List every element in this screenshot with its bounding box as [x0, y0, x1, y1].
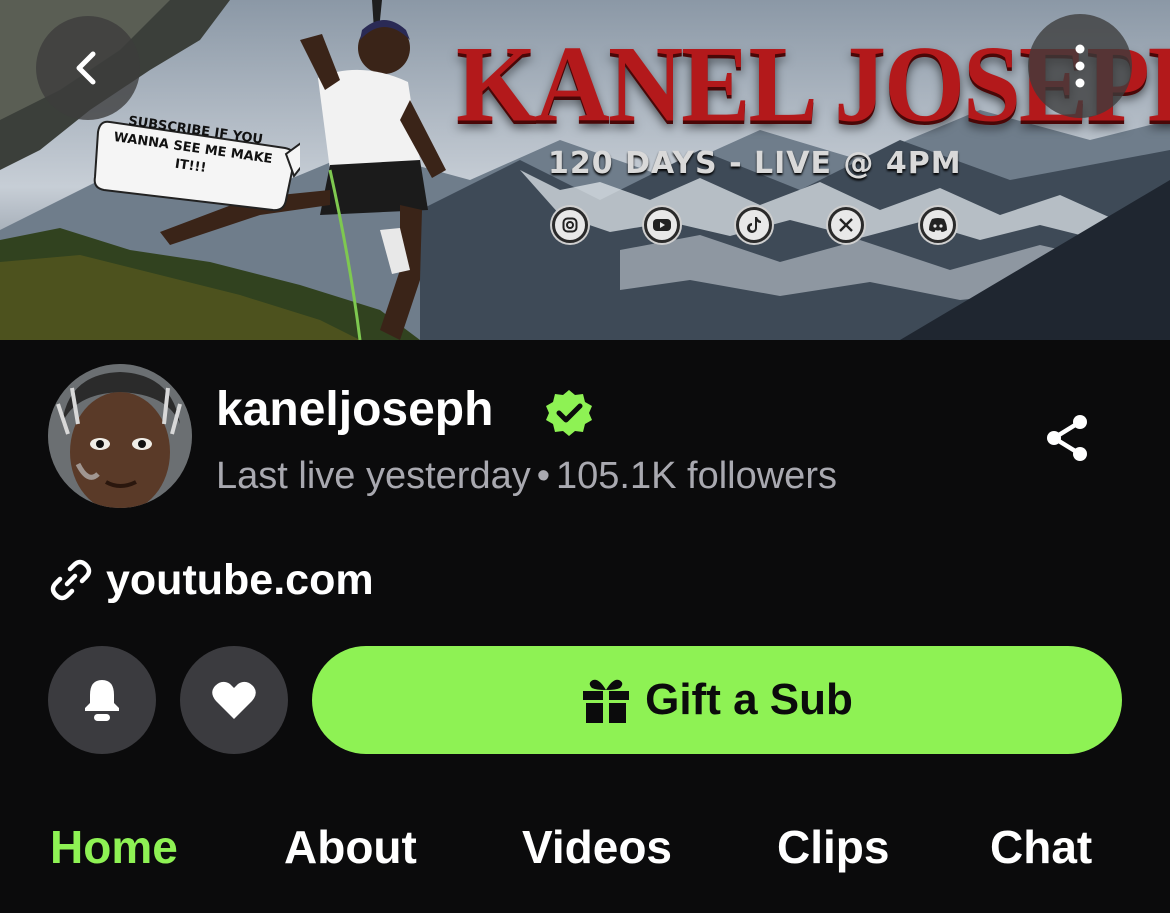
back-button[interactable] — [36, 16, 140, 120]
tiktok-icon — [736, 207, 772, 243]
tab-chat[interactable]: Chat — [990, 820, 1092, 874]
last-live-text: Last live yesterday — [216, 455, 531, 497]
channel-username: kaneljoseph — [216, 383, 494, 436]
link-icon — [50, 559, 92, 601]
x-icon — [828, 207, 864, 243]
tab-about[interactable]: About — [284, 820, 417, 874]
youtube-icon — [644, 207, 680, 243]
instagram-icon — [552, 207, 588, 243]
avatar[interactable] — [48, 364, 192, 508]
followers-count: 105.1K followers — [556, 455, 837, 497]
channel-tabs: Home About Videos Clips Chat — [0, 820, 1170, 880]
banner-social-icons — [552, 207, 956, 243]
channel-link[interactable]: youtube.com — [46, 553, 374, 607]
avatar-image — [48, 364, 192, 508]
discord-icon — [920, 207, 956, 243]
verified-badge-icon — [546, 390, 592, 436]
gift-sub-label: Gift a Sub — [645, 675, 853, 724]
meta-separator: • — [536, 455, 551, 497]
share-button[interactable] — [1040, 410, 1096, 466]
more-options-button[interactable] — [1028, 14, 1132, 118]
tab-clips[interactable]: Clips — [777, 820, 889, 874]
follow-button[interactable] — [180, 646, 288, 754]
link-text: youtube.com — [106, 555, 374, 604]
channel-meta: Last live yesterday • 105.1K followers — [216, 455, 837, 498]
tab-videos[interactable]: Videos — [522, 820, 672, 874]
gift-icon — [583, 679, 630, 723]
heart-icon — [212, 681, 256, 719]
share-icon — [1047, 415, 1087, 461]
notifications-button[interactable] — [48, 646, 156, 754]
channel-banner: SUBSCRIBE IF YOU WANNA SEE ME MAKE IT!!!… — [0, 0, 1170, 340]
tab-home[interactable]: Home — [50, 820, 178, 874]
gift-sub-button[interactable]: Gift a Sub — [312, 646, 1122, 754]
banner-subtitle: 120 DAYS - LIVE @ 4PM — [548, 146, 962, 181]
banner-title: KANEL JOSEPH — [456, 24, 1170, 145]
more-vertical-icon — [1075, 44, 1085, 88]
bell-icon — [85, 680, 119, 721]
chevron-left-icon — [76, 51, 96, 85]
